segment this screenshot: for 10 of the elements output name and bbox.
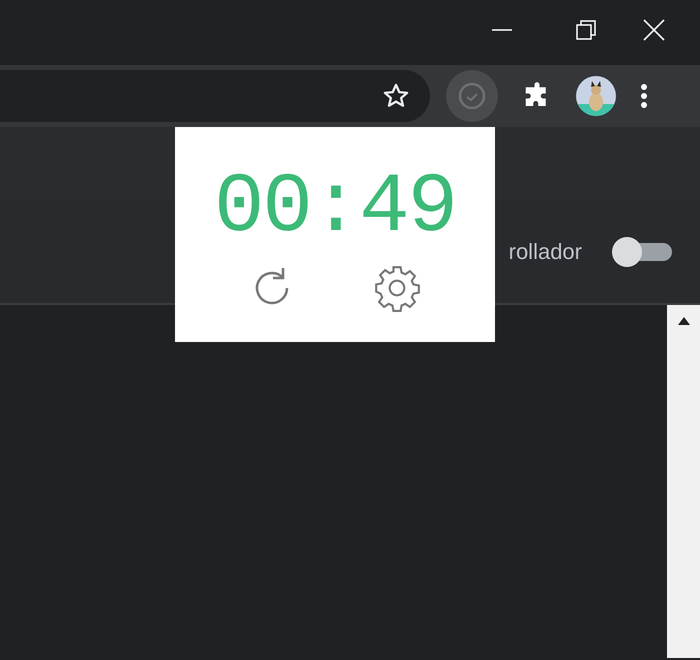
timer-display: 00:49 <box>214 167 456 251</box>
clock-icon[interactable] <box>446 70 498 122</box>
setting-label: rollador <box>508 238 582 266</box>
toggle-switch[interactable] <box>612 236 672 266</box>
close-icon[interactable] <box>643 19 665 41</box>
scroll-up-icon[interactable] <box>678 317 690 325</box>
scrollbar[interactable] <box>667 305 700 658</box>
menu-icon[interactable] <box>640 83 648 109</box>
star-icon[interactable] <box>382 82 410 110</box>
restore-icon[interactable] <box>575 19 597 41</box>
